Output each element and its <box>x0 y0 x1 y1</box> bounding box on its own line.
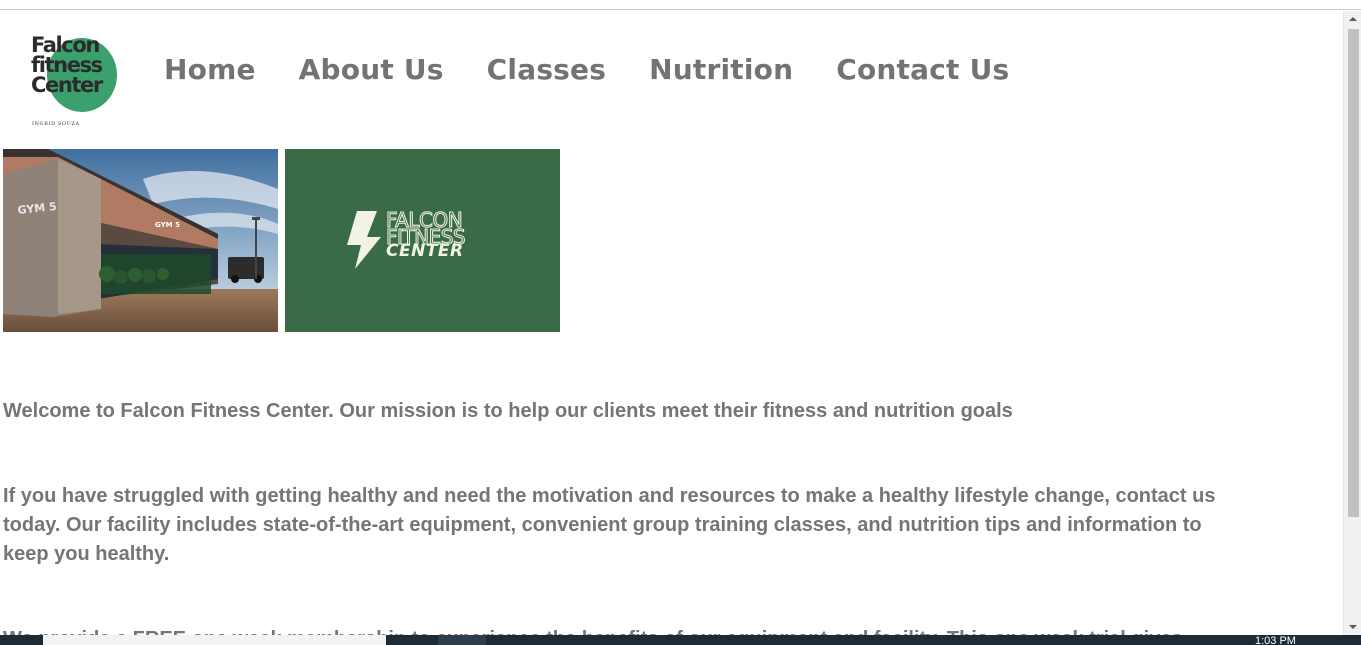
logo-subtitle: INGRID SOUZA <box>32 121 80 127</box>
nav-classes[interactable]: Classes <box>487 53 606 87</box>
logo-line-1: Falcon <box>31 33 100 57</box>
web-page: Falcon fitness Center INGRID SOUZA Home … <box>0 11 1343 635</box>
nav-nutrition[interactable]: Nutrition <box>649 53 793 87</box>
photo-sign-2: GYM 5 <box>155 221 180 229</box>
taskbar-clock[interactable]: 1:03 PM <box>1255 636 1296 645</box>
brand-logo-card: FALCON FITNESS CENTER <box>285 149 560 332</box>
logo-line-3: Center <box>31 73 103 97</box>
intro-paragraph: If you have struggled with getting healt… <box>3 485 1216 565</box>
taskbar-app-edge-icon[interactable] <box>438 635 486 645</box>
site-logo[interactable]: Falcon fitness Center INGRID SOUZA <box>30 33 130 137</box>
scroll-down-arrow-icon[interactable] <box>1344 619 1361 635</box>
nav-about-us[interactable]: About Us <box>299 53 444 87</box>
scrollbar-thumb[interactable] <box>1348 29 1359 517</box>
welcome-paragraph: Welcome to Falcon Fitness Center. Our mi… <box>3 400 1013 422</box>
card-line-3: CENTER <box>386 241 464 261</box>
logo-wordmark: Falcon fitness Center <box>31 33 103 97</box>
logo-line-2: fitness <box>31 53 103 77</box>
nav-home[interactable]: Home <box>164 53 256 87</box>
gym-building-photo: GYM 5 GYM 5 <box>3 149 278 332</box>
taskbar: 1:03 PM <box>0 635 1361 645</box>
nav-contact-us[interactable]: Contact Us <box>836 53 1009 87</box>
taskbar-app-explorer-icon[interactable] <box>490 635 538 645</box>
lightning-bolt-icon <box>347 211 381 269</box>
vertical-scrollbar[interactable] <box>1343 11 1361 635</box>
gym-building-illustration: GYM 5 GYM 5 <box>3 149 278 332</box>
brand-card-illustration: FALCON FITNESS CENTER <box>347 208 466 269</box>
main-nav: Home About Us Classes Nutrition Contact … <box>164 53 1009 87</box>
browser-top-edge <box>0 0 1361 10</box>
taskbar-app-firefox-icon[interactable] <box>585 635 633 645</box>
taskbar-search-box[interactable] <box>43 635 386 645</box>
trial-paragraph: We provide a FREE one week membership to… <box>3 625 1233 635</box>
scroll-up-arrow-icon[interactable] <box>1344 11 1361 27</box>
